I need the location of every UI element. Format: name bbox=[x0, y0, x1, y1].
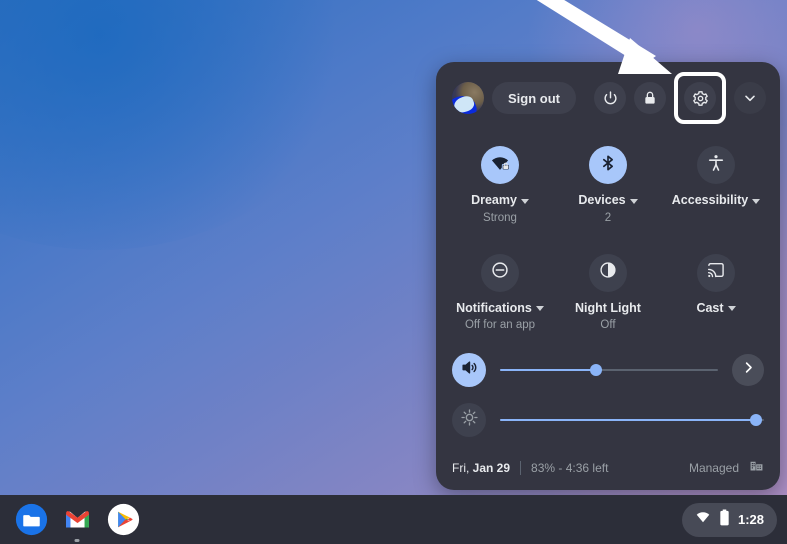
status-tray-button[interactable]: 1:28 bbox=[681, 502, 777, 537]
chevron-down-icon[interactable] bbox=[727, 306, 736, 312]
tile-night-light-label-row: Night Light bbox=[575, 300, 641, 315]
accessibility-icon-wrap bbox=[697, 146, 735, 184]
enterprise-building-icon[interactable] bbox=[749, 458, 764, 478]
quick-settings-panel: Sign out Dreamy Strong Devices 2 Accessi… bbox=[436, 62, 780, 490]
cast-icon bbox=[706, 260, 726, 285]
play-store-app-icon[interactable] bbox=[106, 503, 140, 537]
tile-cast-label: Cast bbox=[696, 300, 724, 315]
settings-button-highlight bbox=[674, 72, 726, 124]
chevron-down-icon[interactable] bbox=[520, 198, 529, 204]
tile-network-label-row: Dreamy bbox=[471, 194, 529, 207]
tile-accessibility-label-row: Accessibility bbox=[671, 193, 761, 207]
tile-accessibility[interactable]: Accessibility bbox=[662, 138, 770, 224]
volume-up-icon bbox=[460, 358, 479, 382]
tile-notifications-label-row: Notifications bbox=[456, 300, 544, 315]
chromeos-desktop: Sign out Dreamy Strong Devices 2 Accessi… bbox=[0, 0, 787, 544]
quick-settings-footer: Fri, Jan 29 83% - 4:36 left Managed bbox=[436, 446, 780, 490]
tile-notifications[interactable]: Notifications Off for an app bbox=[446, 246, 554, 331]
cast-icon-wrap bbox=[697, 253, 735, 292]
tile-night-light-sublabel: Off bbox=[600, 319, 616, 331]
volume-settings-button[interactable] bbox=[732, 354, 764, 386]
brightness-slider-fill bbox=[500, 419, 757, 421]
volume-slider-knob[interactable] bbox=[589, 364, 602, 376]
volume-slider-row bbox=[436, 345, 780, 395]
tile-night-light[interactable]: Night Light Off bbox=[554, 246, 662, 331]
tile-network-label: Dreamy bbox=[471, 193, 517, 207]
managed-label[interactable]: Managed bbox=[689, 461, 739, 475]
gmail-app-icon[interactable] bbox=[60, 503, 94, 542]
quick-settings-header: Sign out bbox=[436, 62, 780, 134]
battery-icon bbox=[719, 508, 730, 531]
wallpaper-glow-top-left bbox=[0, 0, 360, 250]
feature-tiles-row-1: Dreamy Strong Devices 2 Accessibility bbox=[436, 134, 780, 224]
volume-slider-fill bbox=[500, 369, 596, 371]
feature-tiles-row-2: Notifications Off for an app Night Light bbox=[436, 242, 780, 332]
sign-out-button[interactable]: Sign out bbox=[492, 82, 576, 114]
battery-status[interactable]: 83% - 4:36 left bbox=[531, 461, 608, 475]
volume-slider[interactable] bbox=[500, 360, 718, 380]
tile-network-sublabel: Strong bbox=[483, 211, 517, 224]
moon-icon-wrap bbox=[589, 253, 627, 292]
tile-notifications-sublabel: Off for an app bbox=[464, 319, 536, 331]
tile-bluetooth-label-row: Devices bbox=[578, 193, 638, 207]
app-running-indicator bbox=[74, 538, 80, 542]
brightness-slider[interactable] bbox=[500, 410, 764, 430]
avatar[interactable] bbox=[452, 82, 484, 114]
moon-icon bbox=[598, 260, 618, 285]
chevron-down-icon[interactable] bbox=[535, 306, 544, 312]
wifi-icon bbox=[695, 509, 711, 530]
do-not-disturb-icon bbox=[490, 260, 510, 285]
tile-notifications-label: Notifications bbox=[456, 300, 532, 315]
files-app-icon[interactable] bbox=[14, 503, 48, 537]
volume-toggle-button[interactable] bbox=[452, 353, 486, 387]
footer-divider bbox=[520, 461, 522, 475]
lock-icon bbox=[642, 90, 658, 106]
settings-button[interactable] bbox=[684, 82, 716, 114]
brightness-icon-button[interactable] bbox=[452, 403, 486, 437]
brightness-slider-knob[interactable] bbox=[750, 414, 763, 426]
date-display[interactable]: Fri, Jan 29 bbox=[452, 461, 510, 475]
gear-icon bbox=[692, 90, 709, 107]
tile-accessibility-label: Accessibility bbox=[671, 193, 749, 207]
collapse-button[interactable] bbox=[734, 82, 766, 114]
power-icon bbox=[602, 90, 619, 107]
brightness-icon bbox=[460, 408, 479, 432]
shelf-app-list bbox=[10, 503, 140, 542]
date-value: Jan 29 bbox=[472, 461, 511, 475]
lock-button[interactable] bbox=[634, 82, 666, 114]
tile-night-light-label: Night Light bbox=[575, 300, 641, 315]
wifi-locked-icon-wrap bbox=[481, 146, 519, 184]
bluetooth-icon-wrap bbox=[589, 146, 627, 184]
bluetooth-icon bbox=[598, 153, 618, 178]
chevron-down-icon[interactable] bbox=[629, 198, 638, 204]
tile-network[interactable]: Dreamy Strong bbox=[446, 138, 554, 224]
brightness-slider-row bbox=[436, 395, 780, 445]
chevron-right-icon bbox=[741, 360, 756, 380]
chevron-down-icon[interactable] bbox=[752, 198, 761, 204]
chevron-down-icon bbox=[742, 90, 758, 106]
shelf: 1:28 bbox=[0, 495, 787, 544]
tile-cast-label-row: Cast bbox=[696, 300, 736, 315]
tile-bluetooth[interactable]: Devices 2 bbox=[554, 138, 662, 224]
power-button[interactable] bbox=[594, 82, 626, 114]
tile-cast[interactable]: Cast bbox=[662, 246, 770, 332]
date-prefix: Fri, bbox=[452, 461, 473, 475]
do-not-disturb-icon-wrap bbox=[481, 253, 519, 292]
clock-label: 1:28 bbox=[737, 512, 764, 527]
accessibility-icon bbox=[706, 153, 726, 178]
tile-bluetooth-label: Devices bbox=[578, 193, 626, 207]
wifi-locked-icon bbox=[489, 152, 511, 179]
tile-bluetooth-sublabel: 2 bbox=[604, 211, 612, 224]
